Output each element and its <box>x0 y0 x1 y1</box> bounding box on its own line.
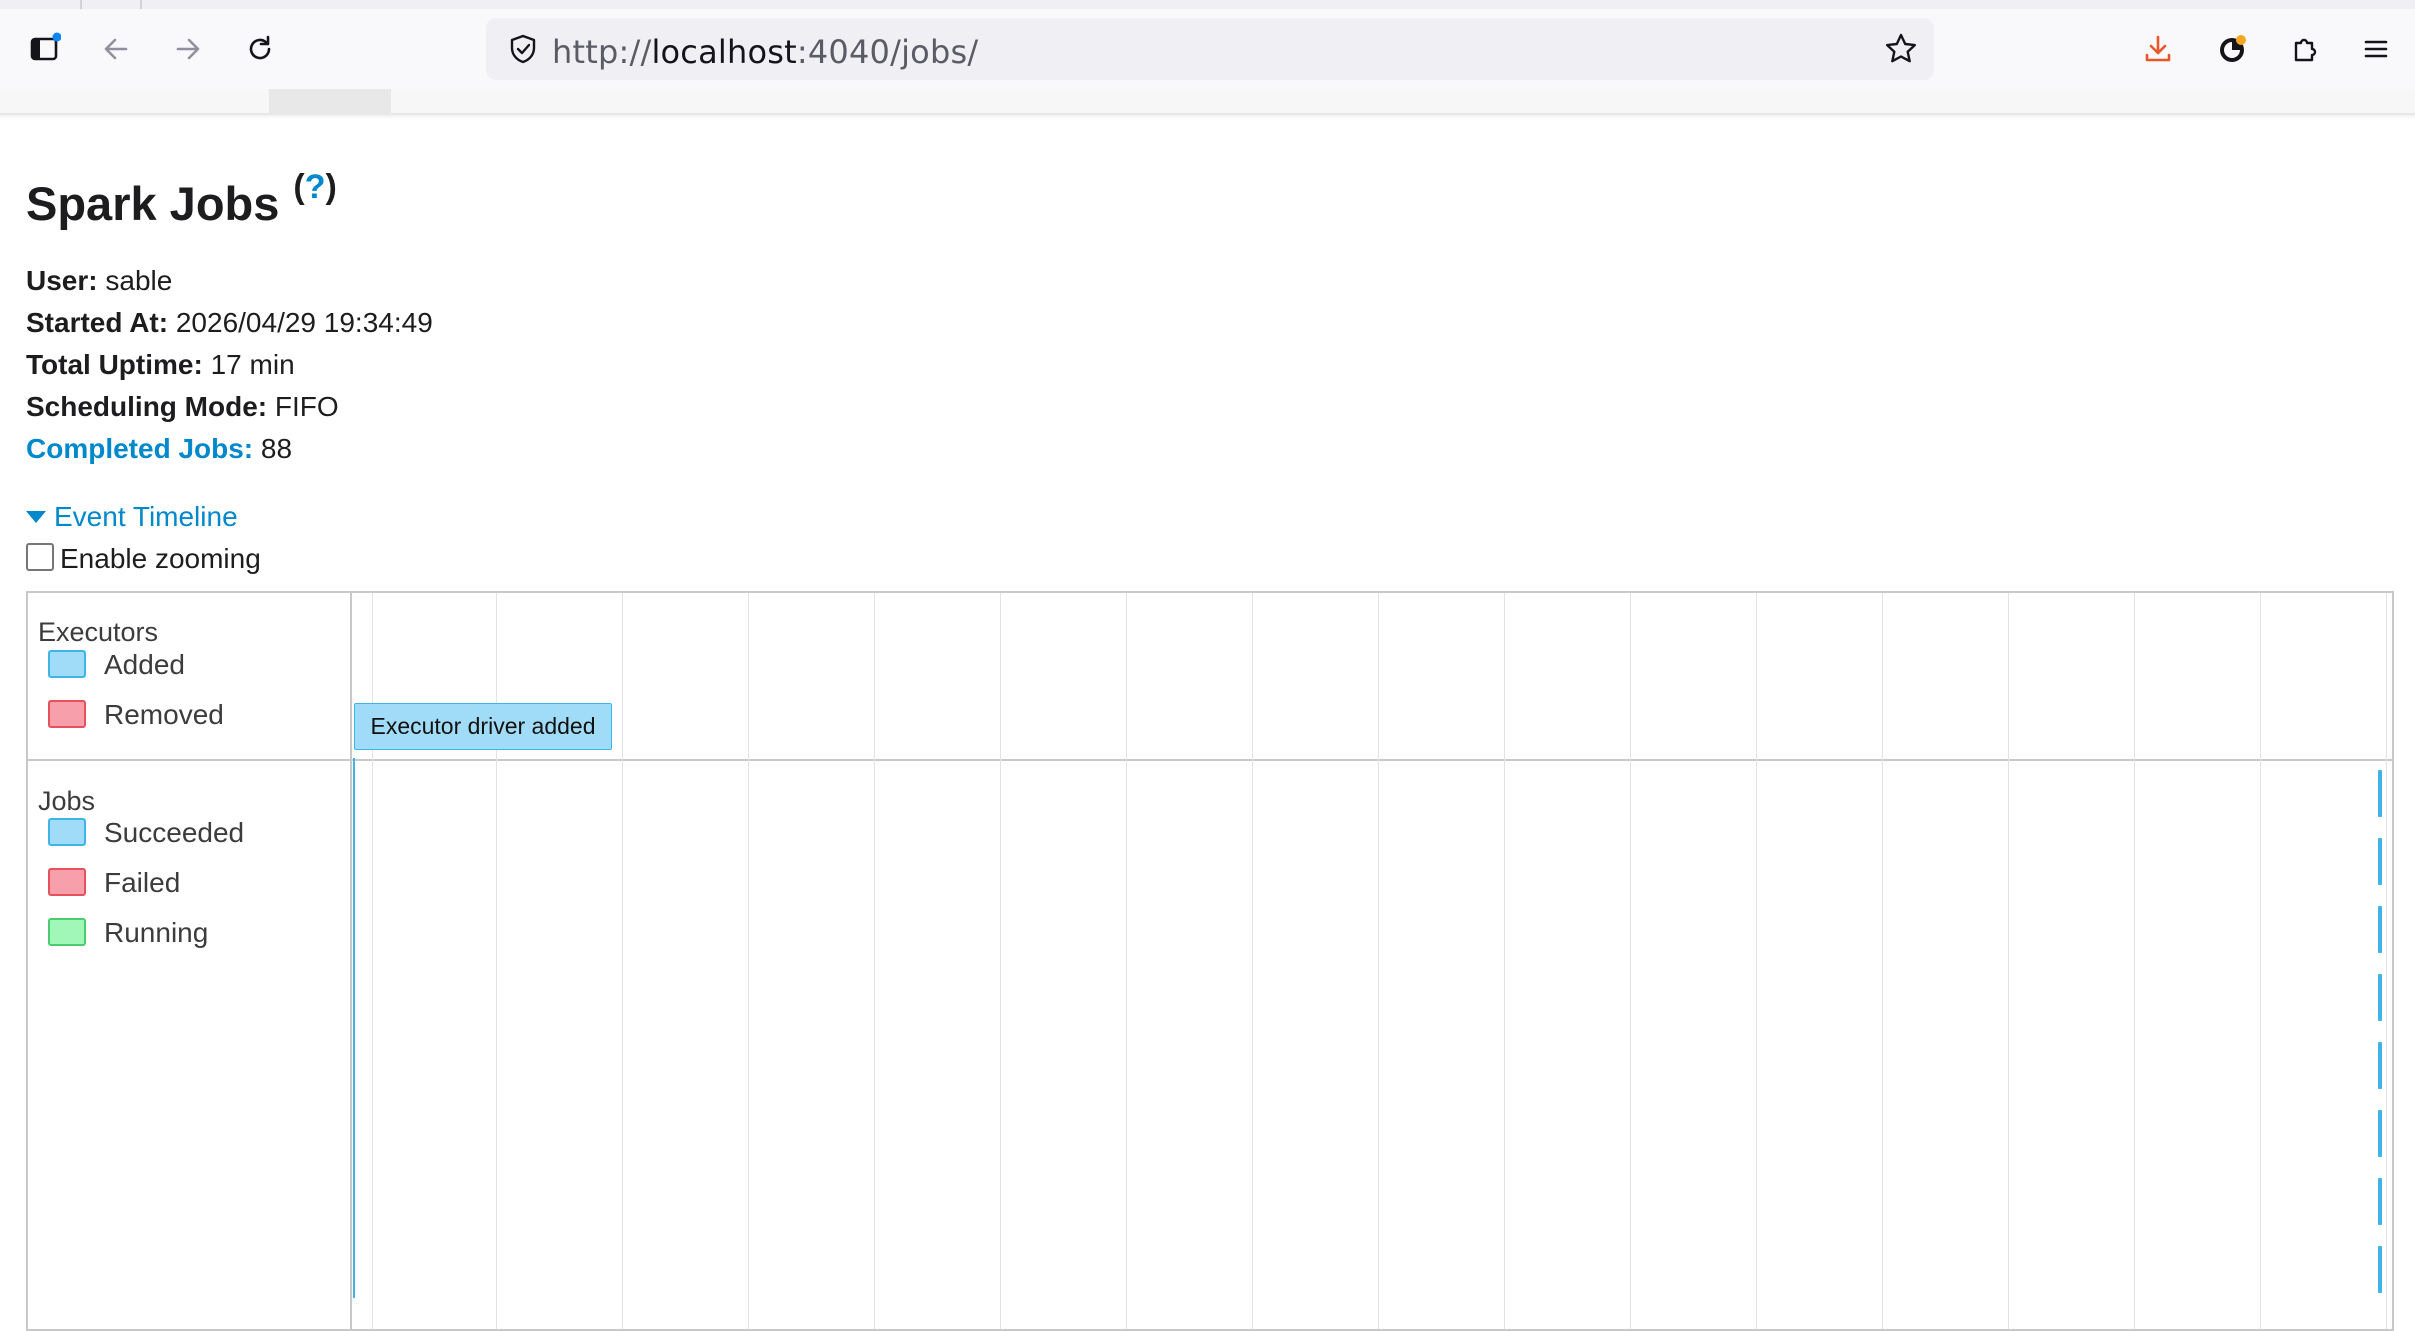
job-succeeded-marker[interactable] <box>2378 838 2382 885</box>
summary-uptime: Total Uptime: 17 min <box>26 344 433 386</box>
spark-logo[interactable]: ′ <box>48 89 51 102</box>
legend-swatch <box>48 917 86 946</box>
timeline-gridline <box>622 593 623 1329</box>
uptime-label: Total Uptime: <box>26 349 203 380</box>
started-label: Started At: <box>26 307 169 338</box>
timeline-gridline <box>2386 593 2387 1329</box>
timeline-legend: Executors Added Removed Jobs Succeeded F… <box>28 593 352 1329</box>
extensions-icon[interactable] <box>2276 23 2332 75</box>
url-scheme: http:// <box>552 33 652 71</box>
timeline-gridline <box>1882 593 1883 1329</box>
job-succeeded-marker[interactable] <box>2378 1110 2382 1157</box>
event-timeline[interactable]: Executors Added Removed Jobs Succeeded F… <box>26 591 2394 1331</box>
legend-swatch <box>48 649 86 678</box>
reload-icon[interactable] <box>232 23 288 75</box>
help-link[interactable]: ? <box>305 168 326 206</box>
timeline-gridline <box>2134 593 2135 1329</box>
url-text[interactable]: http://localhost:4040/jobs/ <box>552 33 978 71</box>
legend-label: Removed <box>104 699 224 730</box>
job-start-marker <box>353 758 355 1298</box>
timeline-gridline <box>1252 593 1253 1329</box>
url-host: localhost <box>651 33 797 71</box>
uptime-value: 17 min <box>210 349 295 380</box>
page-title-text: Spark Jobs <box>26 177 280 230</box>
legend-executor-added: Added <box>48 649 185 683</box>
bookmark-star-icon[interactable] <box>1882 30 1920 68</box>
executor-added-event[interactable]: Executor driver added <box>354 703 612 750</box>
timeline-gridline <box>1504 593 1505 1329</box>
enable-zooming-checkbox[interactable] <box>26 542 54 571</box>
download-icon[interactable] <box>2130 23 2186 75</box>
job-succeeded-marker[interactable] <box>2378 1246 2382 1293</box>
timeline-gridline <box>748 593 749 1329</box>
help-tooltip: (?) <box>293 168 336 206</box>
timeline-gridline <box>1000 593 1001 1329</box>
legend-label: Failed <box>104 867 181 898</box>
help-close-paren: ) <box>325 168 337 206</box>
app-summary: User: sable Started At: 2026/04/29 19:34… <box>26 260 433 470</box>
help-open-paren: ( <box>293 168 305 206</box>
triangle-down-icon <box>26 510 46 523</box>
legend-job-failed: Failed <box>48 867 180 901</box>
job-succeeded-marker[interactable] <box>2378 906 2382 953</box>
tab-separator <box>140 0 142 9</box>
timeline-gridline <box>874 593 875 1329</box>
scheduling-label: Scheduling Mode: <box>26 391 268 422</box>
page-title: Spark Jobs (?) <box>26 168 337 231</box>
legend-job-succeeded: Succeeded <box>48 817 244 851</box>
url-path: :4040/jobs/ <box>796 33 979 71</box>
timeline-gridline <box>2260 593 2261 1329</box>
event-timeline-label: Event Timeline <box>54 501 238 532</box>
tab-separator <box>80 0 82 9</box>
timeline-gridline <box>1630 593 1631 1329</box>
job-succeeded-marker[interactable] <box>2378 1042 2382 1089</box>
completed-jobs-value: 88 <box>260 433 293 464</box>
menu-icon[interactable] <box>2348 23 2404 75</box>
back-arrow-icon[interactable] <box>88 23 144 75</box>
summary-scheduling: Scheduling Mode: FIFO <box>26 386 433 428</box>
legend-swatch <box>48 699 86 728</box>
sidebar-icon[interactable] <box>16 23 72 75</box>
job-succeeded-marker[interactable] <box>2378 974 2382 1021</box>
enable-zooming-label[interactable]: Enable zooming <box>60 543 261 574</box>
timeline-plot[interactable] <box>352 593 2392 1329</box>
legend-label: Succeeded <box>104 817 245 848</box>
legend-job-running: Running <box>48 917 208 951</box>
jobs-group-title: Jobs <box>38 786 96 816</box>
spark-navbar: ′ ··· <box>0 89 2415 115</box>
browser-toolbar: http://localhost:4040/jobs/ <box>0 9 2415 89</box>
job-succeeded-marker[interactable] <box>2378 770 2382 817</box>
timeline-gridline <box>1126 593 1127 1329</box>
address-bar[interactable]: http://localhost:4040/jobs/ <box>486 18 1934 80</box>
job-succeeded-marker[interactable] <box>2378 1178 2382 1225</box>
legend-swatch <box>48 817 86 846</box>
executors-group-title: Executors <box>38 617 159 647</box>
timeline-gridline <box>1756 593 1757 1329</box>
navbar-shadow <box>0 113 2415 119</box>
scheduling-value: FIFO <box>274 391 339 422</box>
summary-started: Started At: 2026/04/29 19:34:49 <box>26 302 433 344</box>
zoom-toggle-row: Enable zooming <box>26 542 261 575</box>
timeline-gridline <box>1378 593 1379 1329</box>
legend-label: Added <box>104 649 185 680</box>
summary-completed: Completed Jobs: 88 <box>26 428 433 470</box>
shield-icon[interactable] <box>506 32 540 66</box>
started-value: 2026/04/29 19:34:49 <box>175 307 433 338</box>
account-icon[interactable] <box>2204 23 2260 75</box>
legend-swatch <box>48 867 86 896</box>
nav-tab-active[interactable] <box>269 89 391 113</box>
completed-jobs-link[interactable]: Completed Jobs: <box>26 433 253 464</box>
summary-user: User: sable <box>26 260 433 302</box>
legend-executor-removed: Removed <box>48 699 224 733</box>
forward-arrow-icon[interactable] <box>160 23 216 75</box>
user-label: User: <box>26 265 98 296</box>
nav-tab-label[interactable]: ··· <box>192 89 210 98</box>
event-timeline-toggle[interactable]: Event Timeline <box>26 501 238 533</box>
timeline-gridline <box>2008 593 2009 1329</box>
user-value: sable <box>105 265 173 296</box>
legend-label: Running <box>104 917 209 948</box>
